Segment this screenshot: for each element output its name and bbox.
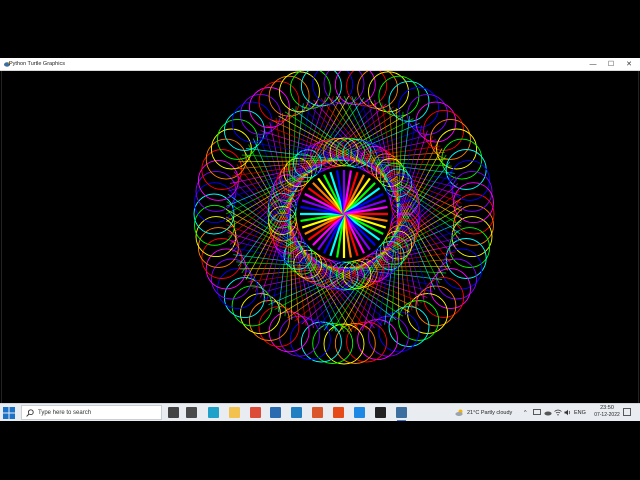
maximize-icon: ☐ bbox=[607, 61, 615, 68]
outer-circle bbox=[415, 101, 457, 143]
edge-icon[interactable] bbox=[208, 407, 219, 418]
clock-time: 23:50 bbox=[600, 405, 614, 411]
spirograph-drawing bbox=[193, 71, 495, 365]
windows-start-icon[interactable] bbox=[3, 407, 15, 419]
outer-circle bbox=[239, 293, 281, 335]
turtle-window[interactable]: Python Turtle Graphics — ☐ ✕ bbox=[0, 58, 640, 403]
title-bar[interactable]: Python Turtle Graphics — ☐ ✕ bbox=[0, 58, 640, 71]
language-indicator[interactable]: ENG bbox=[574, 409, 586, 417]
wifi-icon[interactable] bbox=[554, 409, 562, 416]
search-box[interactable]: Type here to search bbox=[21, 405, 162, 420]
onedrive-icon[interactable] bbox=[544, 409, 552, 416]
outer-circle bbox=[388, 80, 430, 122]
volume-icon[interactable] bbox=[564, 409, 572, 416]
weather-text[interactable]: 21°C Partly cloudy bbox=[467, 409, 512, 417]
letterbox-bottom bbox=[0, 421, 640, 480]
taskbar: Type here to search 21°C Partly cloudy ^… bbox=[0, 403, 640, 421]
show-hidden-icons-chevron-icon[interactable]: ^ bbox=[524, 409, 527, 417]
photos-icon[interactable] bbox=[291, 407, 302, 418]
search-placeholder: Type here to search bbox=[38, 410, 92, 416]
clock-date: 07-12-2022 bbox=[594, 412, 620, 418]
matlab-icon[interactable] bbox=[312, 407, 323, 418]
turtle-canvas[interactable] bbox=[1, 71, 639, 403]
outer-circle bbox=[258, 306, 300, 348]
spiro-strokes bbox=[193, 71, 495, 365]
close-icon: ✕ bbox=[626, 61, 632, 68]
clock[interactable]: 23:50 07-12-2022 bbox=[592, 405, 622, 419]
mail-icon[interactable] bbox=[270, 407, 281, 418]
search-icon bbox=[26, 409, 34, 417]
file-explorer-icon[interactable] bbox=[229, 407, 240, 418]
outer-circle bbox=[423, 277, 465, 319]
office-icon[interactable] bbox=[333, 407, 344, 418]
system-tray: 21°C Partly cloudy ^ ENG 23:50 07-12-202… bbox=[452, 404, 640, 421]
outer-circle bbox=[436, 258, 478, 300]
window-title: Python Turtle Graphics bbox=[9, 61, 65, 67]
minimize-button[interactable]: — bbox=[584, 58, 602, 70]
close-button[interactable]: ✕ bbox=[620, 58, 638, 70]
outer-circle bbox=[231, 101, 273, 143]
notification-icon[interactable] bbox=[623, 408, 631, 416]
vscode-icon[interactable] bbox=[354, 407, 365, 418]
outer-circle bbox=[210, 128, 252, 170]
maximize-button[interactable]: ☐ bbox=[602, 58, 620, 70]
weather-cloud-icon[interactable] bbox=[455, 408, 464, 417]
outer-circle bbox=[223, 109, 265, 151]
outer-circle bbox=[231, 285, 273, 327]
widgets-icon[interactable] bbox=[186, 407, 197, 418]
task-view-icon[interactable] bbox=[168, 407, 179, 418]
python-turtle-icon[interactable] bbox=[396, 407, 407, 421]
network-icon[interactable] bbox=[533, 409, 541, 416]
outer-circle bbox=[415, 285, 457, 327]
chrome-icon[interactable] bbox=[250, 407, 261, 418]
terminal-icon[interactable] bbox=[375, 407, 386, 418]
minimize-icon: — bbox=[589, 60, 597, 68]
outer-circle bbox=[407, 93, 449, 135]
desktop: Python Turtle Graphics — ☐ ✕ bbox=[0, 58, 640, 420]
screen: Python Turtle Graphics — ☐ ✕ Type here t… bbox=[0, 0, 640, 480]
